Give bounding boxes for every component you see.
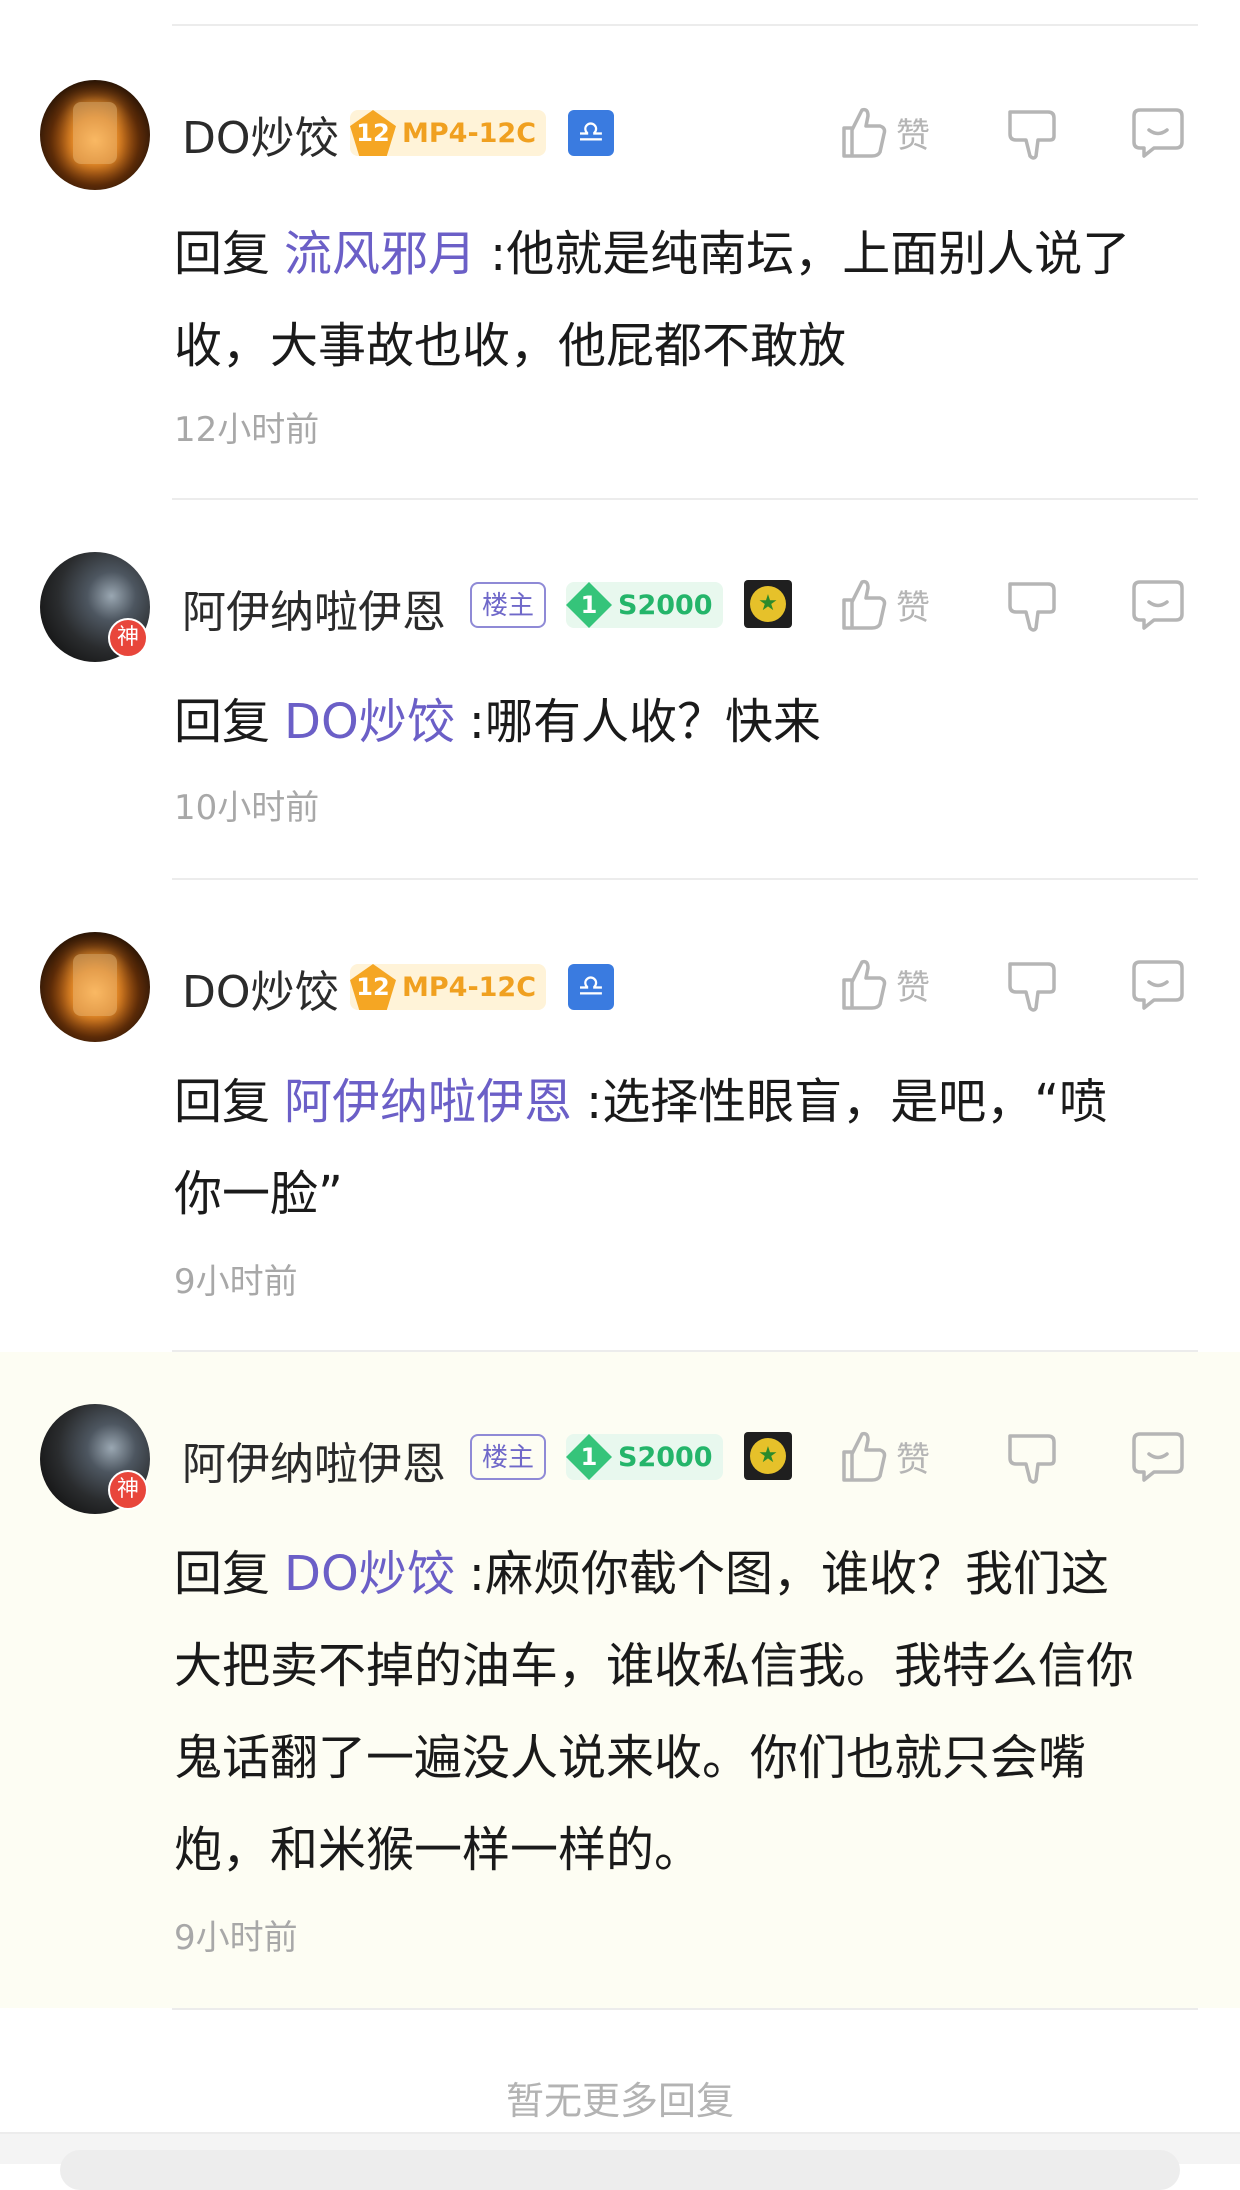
- comment-item: DO炒饺 12 MP4-12C ♎ 赞 回复 阿伊纳啦伊恩:选择性眼盲，是吧，“喷…: [0, 880, 1240, 1350]
- username[interactable]: DO炒饺: [182, 102, 339, 166]
- comment-bubble-icon: [1132, 960, 1184, 1010]
- reply-button[interactable]: [1130, 958, 1186, 1012]
- mention-link[interactable]: 流风邪月: [284, 226, 476, 282]
- level-badge: 12 MP4-12C: [350, 964, 547, 1010]
- comment-text: 回复 DO炒饺:哪有人收？快来: [174, 676, 1200, 768]
- like-button[interactable]: 赞: [838, 1428, 930, 1484]
- timestamp: 12小时前: [174, 410, 320, 450]
- text-line: :哪有人收？快来: [468, 694, 821, 750]
- badge-label: S2000: [618, 589, 713, 621]
- thumbs-down-icon: [1008, 1434, 1056, 1484]
- level-gem-icon: 1: [566, 582, 612, 628]
- medal-icon: ★: [744, 580, 792, 628]
- libra-icon: ♎: [568, 964, 614, 1010]
- level-gem-icon: 12: [350, 964, 396, 1010]
- like-button[interactable]: 赞: [838, 576, 930, 632]
- thumbs-down-icon: [1008, 110, 1056, 160]
- like-label: 赞: [896, 587, 930, 628]
- badge-label: S2000: [618, 1441, 713, 1473]
- like-label: 赞: [896, 1439, 930, 1480]
- mention-link[interactable]: DO炒饺: [284, 694, 455, 750]
- thumbs-down-icon: [1008, 582, 1056, 632]
- reply-input-bar[interactable]: [60, 2150, 1180, 2190]
- username[interactable]: 阿伊纳啦伊恩: [182, 576, 446, 640]
- reply-prefix: 回复: [174, 694, 271, 750]
- reply-prefix: 回复: [174, 226, 271, 282]
- comment-text: 回复 DO炒饺:麻烦你截个图，谁收？我们这 大把卖不掉的油车，谁收私信我。我特么信…: [174, 1528, 1200, 1896]
- comment-item: 神 阿伊纳啦伊恩 楼主 1 S2000 ★ 赞 回复 DO炒饺:哪有人收？快来 1…: [0, 500, 1240, 878]
- divider: [172, 2008, 1198, 2010]
- thumbs-up-icon: [842, 107, 887, 158]
- op-tag: 楼主: [470, 1434, 547, 1480]
- comment-text: 回复 阿伊纳啦伊恩:选择性眼盲，是吧，“喷 你一脸”: [174, 1056, 1200, 1240]
- text-line: 你一脸”: [174, 1166, 343, 1222]
- mention-link[interactable]: DO炒饺: [284, 1546, 455, 1602]
- timestamp: 9小时前: [174, 1262, 298, 1302]
- timestamp: 9小时前: [174, 1918, 298, 1958]
- reply-button[interactable]: [1130, 106, 1186, 160]
- like-button[interactable]: 赞: [838, 956, 930, 1012]
- like-label: 赞: [896, 115, 930, 156]
- thumbs-up-icon: [842, 959, 887, 1010]
- reply-prefix: 回复: [174, 1074, 271, 1130]
- username[interactable]: 阿伊纳啦伊恩: [182, 1428, 446, 1492]
- comment-item-highlighted: 神 阿伊纳啦伊恩 楼主 1 S2000 ★ 赞 回复 DO炒饺:麻烦你截个图，谁收…: [0, 1352, 1240, 2008]
- username[interactable]: DO炒饺: [182, 956, 339, 1020]
- thumbs-down-icon: [1008, 962, 1056, 1012]
- dislike-button[interactable]: [1006, 1430, 1058, 1486]
- reply-button[interactable]: [1130, 578, 1186, 632]
- libra-icon: ♎: [568, 110, 614, 156]
- comment-bubble-icon: [1132, 108, 1184, 158]
- thumbs-up-icon: [842, 1431, 887, 1482]
- avatar[interactable]: [40, 932, 150, 1042]
- reply-button[interactable]: [1130, 1430, 1186, 1484]
- comment-text: 回复 流风邪月:他就是纯南坛，上面别人说了 收，大事故也收，他屁都不敢放: [174, 208, 1200, 392]
- op-tag: 楼主: [470, 582, 547, 628]
- text-line: 鬼话翻了一遍没人说来收。你们也就只会嘴: [174, 1730, 1087, 1786]
- level-badge: 1 S2000: [566, 582, 723, 628]
- timestamp: 10小时前: [174, 788, 320, 828]
- text-line: :他就是纯南坛，上面别人说了: [490, 226, 1131, 282]
- like-label: 赞: [896, 967, 930, 1008]
- level-badge: 1 S2000: [566, 1434, 723, 1480]
- comment-item: DO炒饺 12 MP4-12C ♎ 赞 回复 流风邪月:他就是纯南坛，上面别人说了…: [0, 26, 1240, 496]
- level-badge: 12 MP4-12C: [350, 110, 547, 156]
- text-line: 大把卖不掉的油车，谁收私信我。我特么信你: [174, 1638, 1135, 1694]
- reply-prefix: 回复: [174, 1546, 271, 1602]
- like-button[interactable]: 赞: [838, 104, 930, 160]
- dislike-button[interactable]: [1006, 106, 1058, 162]
- level-gem-icon: 12: [350, 110, 396, 156]
- mention-link[interactable]: 阿伊纳啦伊恩: [284, 1074, 572, 1130]
- god-badge: 神: [108, 1470, 148, 1510]
- comment-bubble-icon: [1132, 1432, 1184, 1482]
- text-line: 炮，和米猴一样一样的。: [174, 1822, 703, 1878]
- badge-label: MP4-12C: [402, 971, 537, 1003]
- comment-bubble-icon: [1132, 580, 1184, 630]
- god-badge: 神: [108, 618, 148, 658]
- dislike-button[interactable]: [1006, 578, 1058, 634]
- text-line: 收，大事故也收，他屁都不敢放: [174, 318, 847, 374]
- dislike-button[interactable]: [1006, 958, 1058, 1014]
- level-gem-icon: 1: [566, 1434, 612, 1480]
- badge-label: MP4-12C: [402, 117, 537, 149]
- text-line: :选择性眼盲，是吧，“喷: [586, 1074, 1108, 1130]
- no-more-replies: 暂无更多回复: [505, 2079, 734, 2123]
- thumbs-up-icon: [842, 579, 887, 630]
- medal-icon: ★: [744, 1432, 792, 1480]
- avatar[interactable]: [40, 80, 150, 190]
- text-line: :麻烦你截个图，谁收？我们这: [468, 1546, 1109, 1602]
